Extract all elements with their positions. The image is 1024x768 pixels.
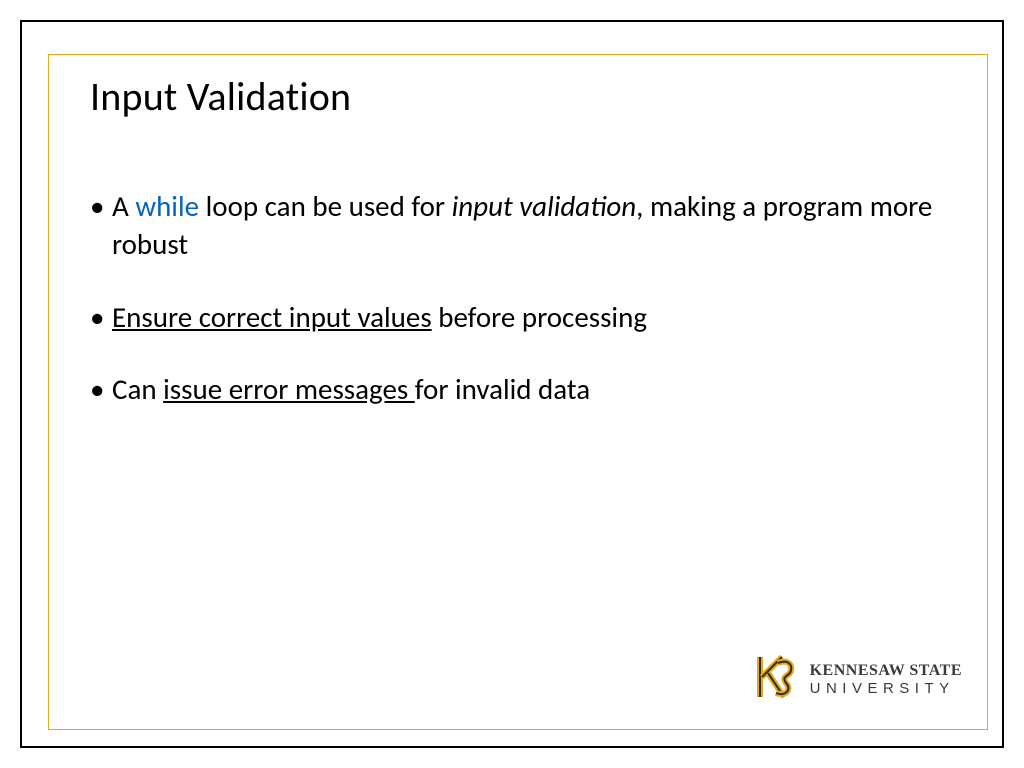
bullet-segment: Ensure correct input values xyxy=(112,299,432,335)
bullet-item: Can issue error messages for invalid dat… xyxy=(90,370,934,408)
logo-line1: KENNESAW STATE xyxy=(810,663,962,679)
slide-title: Input Validation xyxy=(90,72,934,121)
bullet-item: A while loop can be used for input valid… xyxy=(90,187,934,264)
bullet-segment: while xyxy=(135,188,199,224)
bullet-segment: input validation xyxy=(452,188,637,224)
logo-line2: UNIVERSITY xyxy=(810,681,962,696)
bullet-segment: A xyxy=(112,188,135,224)
bullet-item: Ensure correct input values before proce… xyxy=(90,298,934,336)
bullet-segment: issue error messages xyxy=(163,371,415,407)
bullet-segment: for invalid data xyxy=(415,371,590,407)
bullet-segment: loop can be used for xyxy=(199,188,452,224)
bullet-list: A while loop can be used for input valid… xyxy=(90,187,934,408)
slide-content: Input Validation A while loop can be use… xyxy=(90,72,934,442)
logo-text: KENNESAW STATE UNIVERSITY xyxy=(810,663,962,696)
bullet-segment: before processing xyxy=(432,299,647,335)
bullet-segment: Can xyxy=(112,371,163,407)
university-logo: KENNESAW STATE UNIVERSITY xyxy=(754,653,962,706)
ks-interlock-icon xyxy=(754,653,798,706)
